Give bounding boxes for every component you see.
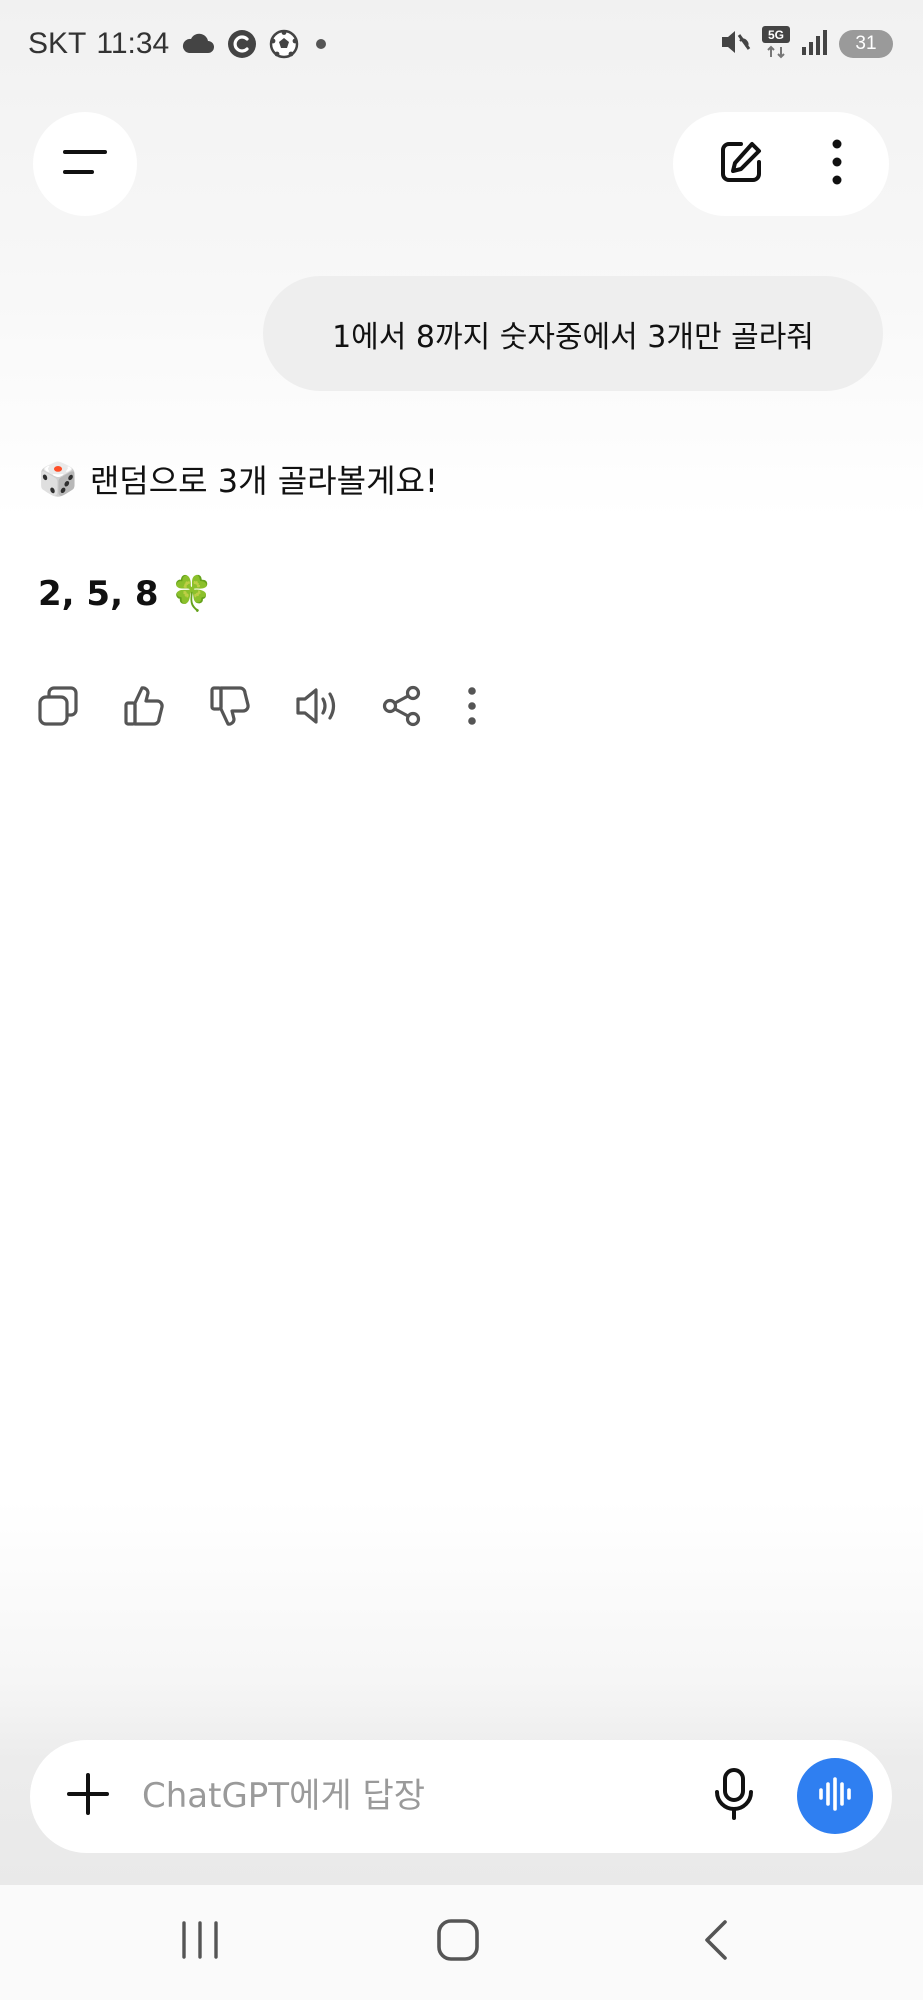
status-bar: SKT 11:34 5G 31 bbox=[0, 0, 923, 88]
share-button[interactable] bbox=[380, 680, 466, 736]
system-navigation-bar bbox=[0, 1885, 923, 2000]
assistant-intro-text: 랜덤으로 3개 골라볼게요! bbox=[89, 462, 438, 500]
copy-icon bbox=[36, 684, 80, 732]
clover-emoji: 🍀 bbox=[170, 574, 213, 614]
microphone-icon bbox=[712, 1768, 756, 1824]
edit-icon bbox=[717, 138, 765, 190]
user-message-bubble: 1에서 8까지 숫자중에서 3개만 골라줘 bbox=[263, 276, 883, 391]
user-message-text: 1에서 8까지 숫자중에서 3개만 골라줘 bbox=[332, 319, 814, 355]
dice-emoji: 🎲 bbox=[38, 460, 78, 498]
c-notification-icon bbox=[227, 29, 257, 59]
thumbs-down-button[interactable] bbox=[208, 680, 294, 736]
composer bbox=[30, 1740, 892, 1853]
recent-apps-button[interactable] bbox=[140, 1907, 260, 1977]
signal-icon bbox=[801, 28, 829, 60]
plus-icon bbox=[65, 1771, 111, 1821]
read-aloud-button[interactable] bbox=[294, 680, 380, 736]
attach-button[interactable] bbox=[56, 1764, 120, 1828]
carrier-label: SKT bbox=[28, 27, 87, 60]
assistant-intro-line: 🎲 랜덤으로 3개 골라볼게요! bbox=[38, 452, 438, 506]
more-options-button[interactable] bbox=[787, 112, 887, 216]
message-more-button[interactable] bbox=[466, 680, 552, 736]
mute-vibrate-icon bbox=[719, 27, 751, 61]
soccer-ball-icon bbox=[269, 29, 299, 59]
voice-mode-button[interactable] bbox=[797, 1758, 873, 1834]
home-icon bbox=[436, 1918, 480, 1966]
message-actions bbox=[36, 680, 552, 736]
share-icon bbox=[380, 684, 424, 732]
assistant-numbers-line: 2, 5, 8 🍀 bbox=[38, 566, 213, 622]
cloud-icon bbox=[181, 33, 215, 55]
voice-waveform-icon bbox=[816, 1775, 854, 1817]
recent-apps-icon bbox=[180, 1921, 220, 1963]
thumbs-up-button[interactable] bbox=[122, 680, 208, 736]
header-actions bbox=[673, 112, 889, 216]
battery-icon: 31 bbox=[839, 30, 893, 58]
new-chat-button[interactable] bbox=[691, 112, 791, 216]
dot-icon bbox=[311, 34, 331, 54]
menu-button[interactable] bbox=[33, 112, 137, 216]
status-right: 5G 31 bbox=[719, 22, 893, 66]
status-left: SKT 11:34 bbox=[28, 22, 331, 66]
read-aloud-icon bbox=[294, 684, 342, 732]
svg-text:5G: 5G bbox=[768, 28, 784, 42]
home-button[interactable] bbox=[398, 1907, 518, 1977]
back-icon bbox=[701, 1918, 731, 1966]
5g-data-icon: 5G bbox=[761, 25, 791, 63]
clock-time: 11:34 bbox=[96, 27, 170, 60]
message-input[interactable] bbox=[142, 1768, 702, 1824]
more-vertical-icon bbox=[831, 139, 843, 189]
copy-button[interactable] bbox=[36, 680, 122, 736]
assistant-numbers-text: 2, 5, 8 bbox=[38, 574, 159, 614]
back-button[interactable] bbox=[656, 1907, 776, 1977]
thumbs-up-icon bbox=[122, 684, 166, 732]
dictation-button[interactable] bbox=[702, 1764, 766, 1828]
thumbs-down-icon bbox=[208, 684, 252, 732]
hamburger-menu-icon bbox=[62, 147, 108, 181]
more-vertical-icon bbox=[466, 686, 478, 730]
